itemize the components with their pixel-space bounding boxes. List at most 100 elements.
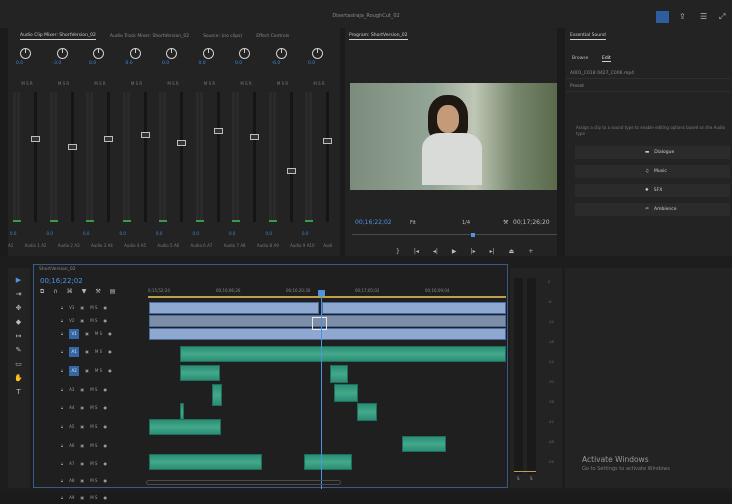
- toggle-output-icon[interactable]: ▣: [80, 478, 84, 483]
- voiceover-icon[interactable]: ●: [103, 405, 107, 410]
- video-clip[interactable]: [149, 302, 319, 314]
- program-playhead[interactable]: [471, 233, 475, 237]
- channel-volume-value[interactable]: 0.0: [83, 231, 117, 236]
- audio-clip[interactable]: [304, 454, 352, 470]
- track-ms-buttons[interactable]: M S: [90, 495, 97, 500]
- edit-tab[interactable]: Edit: [602, 56, 611, 62]
- msr-buttons[interactable]: M S R: [120, 81, 154, 86]
- step-back-icon[interactable]: ◂|: [433, 248, 438, 255]
- mark-out-icon[interactable]: }: [396, 248, 400, 255]
- track-ms-buttons[interactable]: M S: [90, 443, 97, 448]
- toggle-output-icon[interactable]: ▣: [85, 368, 89, 373]
- quality-dropdown[interactable]: 1/4: [462, 220, 470, 226]
- track-target[interactable]: A7: [69, 461, 74, 466]
- voiceover-icon[interactable]: ●: [103, 495, 107, 500]
- type-tool-icon[interactable]: T: [14, 388, 23, 397]
- toggle-output-icon[interactable]: ▣: [85, 349, 89, 354]
- slip-tool-icon[interactable]: ↦: [14, 332, 23, 341]
- marker-icon[interactable]: ▼: [82, 288, 87, 296]
- lock-icon[interactable]: 🔒︎: [61, 331, 63, 336]
- lock-icon[interactable]: 🔒︎: [61, 461, 63, 466]
- tab-effect-controls[interactable]: Effect Controls: [256, 34, 289, 39]
- volume-fader[interactable]: [31, 136, 40, 142]
- voiceover-icon[interactable]: ●: [103, 305, 107, 310]
- channel-pan-value[interactable]: 0.0: [308, 61, 315, 66]
- volume-fader[interactable]: [177, 140, 186, 146]
- pen-tool-icon[interactable]: ✎: [14, 346, 23, 355]
- toggle-output-icon[interactable]: ▣: [80, 387, 84, 392]
- audio-clip[interactable]: [149, 419, 221, 435]
- toggle-output-icon[interactable]: ▣: [80, 305, 84, 310]
- track-target[interactable]: V2: [69, 318, 74, 323]
- lock-icon[interactable]: 🔒︎: [61, 387, 63, 392]
- audio-clip[interactable]: [402, 436, 446, 452]
- go-to-out-icon[interactable]: ▸|: [490, 248, 495, 255]
- lock-icon[interactable]: 🔒︎: [61, 318, 63, 323]
- channel-volume-value[interactable]: 0.0: [47, 231, 81, 236]
- track-target[interactable]: A2: [69, 365, 80, 376]
- track-target[interactable]: V1: [69, 328, 80, 339]
- track-ms-buttons[interactable]: M S: [90, 461, 97, 466]
- program-current-timecode[interactable]: 00;16;22;02: [355, 219, 392, 226]
- msr-buttons[interactable]: M S R: [302, 81, 336, 86]
- channel-pan-value[interactable]: 0.0: [162, 61, 169, 66]
- toggle-output-icon[interactable]: ▣: [80, 461, 84, 466]
- channel-pan-value[interactable]: -6.0: [272, 61, 281, 66]
- track-ms-buttons[interactable]: M S: [95, 368, 102, 373]
- channel-volume-value[interactable]: 0.0: [193, 231, 227, 236]
- menu-icon[interactable]: ☰: [700, 12, 712, 22]
- lock-icon[interactable]: 🔒︎: [61, 305, 63, 310]
- tab-audio-track-mixer[interactable]: Audio Track Mixer: ShortVersion_02: [110, 34, 189, 39]
- toggle-output-icon[interactable]: ▣: [80, 405, 84, 410]
- linked-selection-icon[interactable]: ⌘: [67, 288, 73, 296]
- lift-icon[interactable]: ⏏: [509, 248, 515, 255]
- pan-knob[interactable]: [56, 48, 68, 59]
- audio-clip[interactable]: [212, 384, 222, 406]
- selected-clip-outline[interactable]: [312, 317, 327, 330]
- voiceover-icon[interactable]: ●: [108, 331, 112, 336]
- fullscreen-icon[interactable]: ⤢: [719, 12, 731, 22]
- captions-icon[interactable]: ▤: [110, 288, 116, 296]
- tab-program[interactable]: Program: ShortVersion_02: [349, 33, 408, 40]
- video-clip[interactable]: [149, 328, 506, 340]
- channel-pan-value[interactable]: 0.0: [89, 61, 96, 66]
- step-forward-icon[interactable]: |▸: [471, 248, 476, 255]
- tab-audio-clip-mixer[interactable]: Audio Clip Mixer: ShortVersion_02: [20, 33, 96, 40]
- track-target[interactable]: A8: [69, 478, 74, 483]
- voiceover-icon[interactable]: ●: [103, 424, 107, 429]
- audio-clip[interactable]: [149, 454, 262, 470]
- lock-icon[interactable]: 🔒︎: [61, 405, 63, 410]
- channel-volume-value[interactable]: 0.0: [120, 231, 154, 236]
- voiceover-icon[interactable]: ●: [103, 387, 107, 392]
- program-scrubber[interactable]: [352, 231, 557, 235]
- work-area-bar[interactable]: [148, 296, 506, 298]
- channel-volume-value[interactable]: 0.0: [10, 231, 44, 236]
- track-ms-buttons[interactable]: M S: [90, 405, 97, 410]
- voiceover-icon[interactable]: ●: [103, 478, 107, 483]
- timeline-ruler[interactable]: 0;15;52;24 00;16;06;26 00;16;20;30 00;17…: [148, 285, 506, 299]
- voiceover-icon[interactable]: ●: [108, 349, 112, 354]
- track-ms-buttons[interactable]: M S: [90, 305, 97, 310]
- msr-buttons[interactable]: M S R: [10, 81, 44, 86]
- voiceover-icon[interactable]: ●: [108, 368, 112, 373]
- audio-clip[interactable]: [334, 384, 358, 402]
- tab-source[interactable]: Source: (no clips): [203, 34, 242, 39]
- share-icon[interactable]: ⇪: [679, 12, 691, 22]
- pan-knob[interactable]: [312, 48, 323, 59]
- msr-buttons[interactable]: M S R: [83, 81, 117, 86]
- volume-fader[interactable]: [250, 134, 259, 140]
- voiceover-icon[interactable]: ●: [103, 318, 107, 323]
- track-ms-buttons[interactable]: M S: [90, 387, 97, 392]
- dialogue-button[interactable]: ▬ Dialogue: [575, 146, 730, 159]
- volume-fader[interactable]: [67, 144, 77, 150]
- channel-volume-value[interactable]: 0.0: [156, 231, 190, 236]
- ripple-edit-tool-icon[interactable]: ✥: [14, 304, 23, 313]
- audio-clip[interactable]: [357, 403, 377, 421]
- track-target[interactable]: A3: [69, 387, 74, 392]
- program-video-frame[interactable]: [350, 83, 557, 190]
- pan-knob[interactable]: [129, 48, 141, 59]
- wrench-icon[interactable]: ⚒: [503, 219, 508, 226]
- selection-tool-icon[interactable]: ▶: [14, 276, 23, 285]
- pan-knob[interactable]: [202, 48, 214, 59]
- audio-clip[interactable]: [180, 346, 506, 362]
